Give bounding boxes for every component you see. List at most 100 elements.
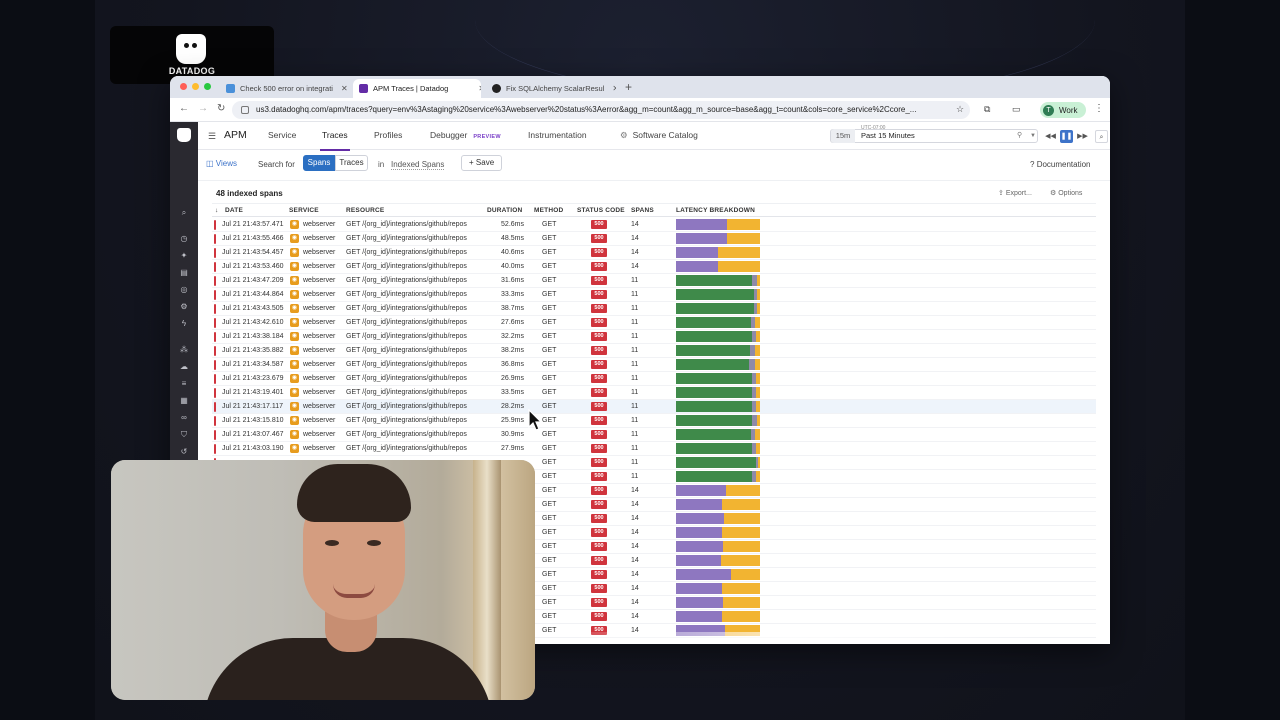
dashboard-icon[interactable]: ▤ [178,268,190,278]
save-button[interactable]: + Save [461,155,503,171]
cell-method: GET [542,333,557,340]
table-row[interactable]: Jul 21 21:43:35.882 ◉ webserver GET /{org_i… [212,344,1096,358]
views-button[interactable]: ◫ Views [206,159,237,168]
browser-menu-icon[interactable]: ⋮ [1094,103,1104,114]
status-badge: 500 [591,430,607,439]
monitors-icon[interactable]: ◎ [178,285,190,295]
security-icon[interactable]: ⛉ [178,430,190,440]
search-icon[interactable]: ⌕ [178,208,190,218]
table-row[interactable]: Jul 21 21:43:19.401 ◉ webserver GET /{org_i… [212,386,1096,400]
documentation-link[interactable]: ? Documentation [1030,160,1091,169]
fast-forward-icon[interactable]: ▶▶ [1076,130,1089,143]
export-button[interactable]: ⇪ Export... [998,189,1032,197]
column-resource[interactable]: RESOURCE [346,207,384,214]
history-icon[interactable]: ◷ [178,234,190,244]
cloud-icon[interactable]: ☁ [178,362,190,372]
sort-arrow-icon[interactable]: ↓ [215,207,218,214]
column-latency-breakdown[interactable]: LATENCY BREAKDOWN [676,207,755,214]
column-date[interactable]: DATE [225,207,243,214]
table-row[interactable]: Jul 21 21:43:15.810 ◉ webserver GET /{org_i… [212,414,1096,428]
browser-tab-active[interactable]: APM Traces | Datadog ✕ [353,79,481,98]
table-row[interactable]: Jul 21 21:43:07.467 ◉ webserver GET /{org_i… [212,428,1096,442]
table-row[interactable]: Jul 21 21:43:17.117 ◉ webserver GET /{org_i… [212,400,1096,414]
datadog-home-icon[interactable] [177,128,191,142]
tab-title: APM Traces | Datadog [373,84,449,93]
table-row[interactable]: Jul 21 21:43:57.471 ◉ webserver GET /{org_i… [212,218,1096,232]
sidebar-icon[interactable]: ▭ [1012,104,1021,115]
browser-tab[interactable]: Check 500 error on integrati ✕ [220,79,348,98]
new-tab-icon[interactable]: + [625,80,632,94]
status-badge: 500 [591,276,607,285]
table-row[interactable]: Jul 21 21:43:42.610 ◉ webserver GET /{org_i… [212,316,1096,330]
time-range-picker[interactable]: UTC-07:00 15m Past 15 Minutes ⚲ ▼ [830,125,1038,143]
link-icon[interactable]: ∞ [178,413,190,423]
close-window-icon[interactable] [180,83,187,90]
zoom-icon[interactable]: ⌕ [1095,130,1108,143]
latency-segment [676,471,752,482]
cell-date: Jul 21 21:43:38.184 [222,333,284,340]
lightning-icon[interactable]: ϟ [178,319,190,329]
extensions-icon[interactable]: ⧉ [984,104,990,115]
views-icon: ◫ [206,159,214,168]
column-service[interactable]: SERVICE [289,207,319,214]
rewind-icon[interactable]: ◀◀ [1044,130,1057,143]
nav-profiles[interactable]: Profiles [374,130,402,140]
nav-service[interactable]: Service [268,130,296,140]
cell-duration: 26.9ms [501,375,524,382]
address-input[interactable]: us3.datadoghq.com/apm/traces?query=env%3… [232,101,970,119]
reload-icon[interactable]: ↻ [217,103,225,114]
cell-resource: GET /{org_id}/integrations/github/repos [346,347,467,354]
nav-instrumentation[interactable]: Instrumentation [528,130,587,140]
table-row[interactable]: Jul 21 21:43:03.190 ◉ webserver GET /{org_i… [212,442,1096,456]
status-badge: 500 [591,304,607,313]
cell-service: webserver [303,333,336,340]
table-row[interactable]: Jul 21 21:43:38.184 ◉ webserver GET /{org_i… [212,330,1096,344]
indexed-spans-dropdown[interactable]: Indexed Spans [391,160,445,170]
traces-toggle[interactable]: Traces [335,155,368,171]
latency-breakdown-bar [676,527,760,538]
nav-traces[interactable]: Traces [320,130,350,151]
pause-icon[interactable]: ❚❚ [1060,130,1073,143]
table-row[interactable]: Jul 21 21:43:34.587 ◉ webserver GET /{org_i… [212,358,1096,372]
pin-icon[interactable]: ⚲ [1017,130,1022,142]
presenter-eye [367,540,381,546]
maximize-window-icon[interactable] [204,83,211,90]
infrastructure-icon[interactable]: ⁂ [178,345,190,355]
sync-icon[interactable]: ↺ [178,447,190,457]
sparkle-icon[interactable]: ✦ [178,251,190,261]
nav-software-catalog[interactable]: ⚙ Software Catalog [620,130,698,141]
table-row[interactable]: Jul 21 21:43:23.679 ◉ webserver GET /{org_i… [212,372,1096,386]
table-row[interactable]: Jul 21 21:43:55.466 ◉ webserver GET /{org_i… [212,232,1096,246]
tab-favicon-icon [359,84,368,93]
service-icon: ◉ [290,304,299,313]
apm-menu-icon[interactable]: ☰ [208,131,218,142]
error-indicator [214,262,216,272]
column-status-code[interactable]: STATUS CODE [577,207,625,214]
forward-icon[interactable]: → [198,103,208,114]
column-spans[interactable]: SPANS [631,207,654,214]
apm-icon[interactable]: ≡ [178,379,190,389]
column-duration[interactable]: DURATION [487,207,522,214]
table-row[interactable]: Jul 21 21:43:54.457 ◉ webserver GET /{org_i… [212,246,1096,260]
bookmark-star-icon[interactable]: ☆ [956,104,964,115]
browser-tab[interactable]: Fix SQLAlchemy ScalarResul ✕ [486,79,616,98]
settings-icon[interactable]: ⚙ [178,302,190,312]
table-row[interactable]: Jul 21 21:43:43.505 ◉ webserver GET /{org_i… [212,302,1096,316]
nav-debugger[interactable]: Debugger PREVIEW [430,130,501,140]
column-method[interactable]: METHOD [534,207,563,214]
logs-icon[interactable]: ▦ [178,396,190,406]
tab-close-icon[interactable]: ✕ [478,84,481,93]
tab-close-icon[interactable]: ✕ [341,84,348,93]
table-row[interactable]: Jul 21 21:43:47.209 ◉ webserver GET /{org_i… [212,274,1096,288]
latency-breakdown-bar [676,331,760,342]
minimize-window-icon[interactable] [192,83,199,90]
site-info-icon[interactable] [241,106,249,114]
cell-method: GET [542,235,557,242]
back-icon[interactable]: ← [179,103,189,114]
profile-chip[interactable]: T Work [1040,102,1086,118]
options-button[interactable]: ⚙ Options [1050,189,1082,197]
tab-close-icon[interactable]: ✕ [612,84,616,93]
table-row[interactable]: Jul 21 21:43:44.864 ◉ webserver GET /{org_i… [212,288,1096,302]
spans-toggle[interactable]: Spans [303,155,335,171]
table-row[interactable]: Jul 21 21:43:53.460 ◉ webserver GET /{org_i… [212,260,1096,274]
